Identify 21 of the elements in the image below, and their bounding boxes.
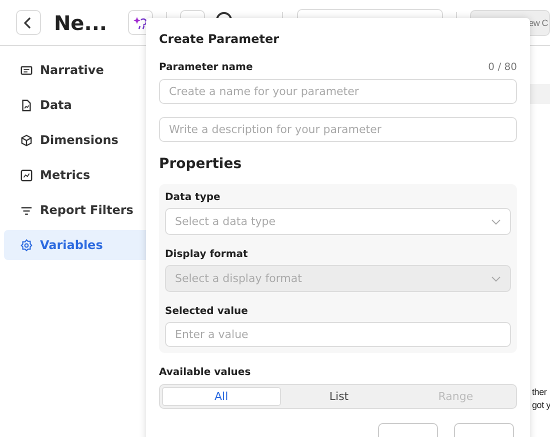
dialog-title: Create Parameter bbox=[159, 32, 280, 46]
description-input[interactable]: Write a description for your parameter bbox=[159, 117, 517, 142]
body-text: ther bbox=[532, 386, 548, 399]
sidebar-item[interactable]: Dimensions bbox=[4, 125, 146, 155]
field-label: Data type bbox=[165, 192, 222, 203]
field-label: Available values bbox=[159, 367, 252, 378]
value-input[interactable]: Enter a value bbox=[165, 322, 511, 347]
section-title: Properties bbox=[159, 156, 243, 172]
segment-tab[interactable]: All bbox=[162, 387, 281, 406]
sidebar-item[interactable]: Metrics bbox=[4, 160, 146, 190]
report-title: Ne... bbox=[54, 10, 108, 34]
segment-tab[interactable]: List bbox=[280, 387, 398, 406]
name-input[interactable]: Create a name for your parameter bbox=[159, 79, 517, 104]
sidebar-item[interactable]: Narrative bbox=[4, 55, 146, 85]
field-label: Selected value bbox=[165, 306, 249, 317]
field-label: Display format bbox=[165, 249, 249, 260]
sidebar-item[interactable]: Report Filters bbox=[4, 195, 146, 225]
field-label: Parameter name bbox=[159, 62, 253, 73]
character-counter: 0 / 80 bbox=[488, 62, 517, 73]
sidebar-item[interactable]: Data bbox=[4, 90, 146, 120]
sidebar-item[interactable]: Variables bbox=[4, 230, 146, 260]
